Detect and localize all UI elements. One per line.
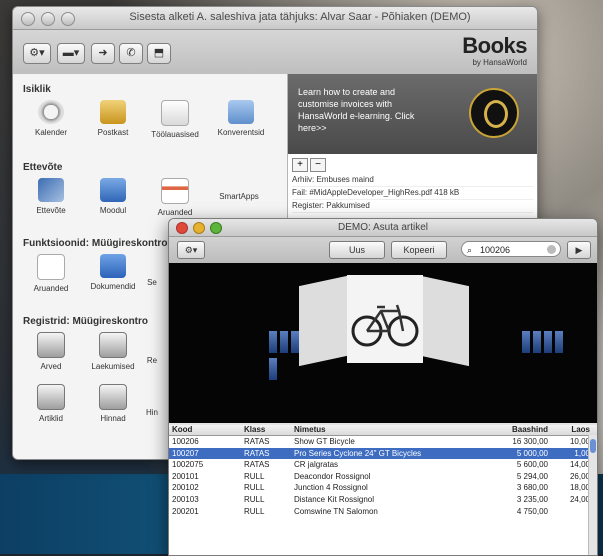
invoices-item[interactable]: Arved [21, 332, 81, 371]
cover-center[interactable] [347, 275, 423, 363]
receipts-item[interactable]: Laekumised [83, 332, 143, 371]
mailbox-icon [100, 100, 126, 124]
cover-left[interactable] [299, 275, 347, 367]
company-item[interactable]: Ettevõte [21, 178, 81, 215]
dialog-toolbar: ⚙▾ Uus Kopeeri ⌕ 100206 ▶ [169, 237, 597, 264]
copy-button[interactable]: Kopeeri [391, 241, 447, 259]
attachments-list: Arhiiv: Embuses maind Fail: #MidAppleDev… [292, 174, 533, 213]
table-scrollbar[interactable] [588, 435, 597, 555]
module-item[interactable]: Moodul [83, 178, 143, 215]
functions-third-item[interactable]: Se [137, 278, 167, 287]
cover-right[interactable] [421, 275, 469, 367]
items-item[interactable]: Artiklid [21, 384, 81, 423]
calendar-item[interactable]: Kalender [21, 100, 81, 137]
module-icon [100, 178, 126, 202]
documents-item[interactable]: Dokumendid [83, 254, 143, 291]
conferences-item[interactable]: Konverentsid [211, 100, 271, 137]
registers-sixth-item[interactable]: Hin [137, 408, 167, 417]
dialog-titlebar: DEMO: Asuta artikel [169, 219, 597, 237]
brand-name: Books [462, 33, 527, 58]
calendar-icon [38, 100, 64, 124]
zoom-button[interactable] [61, 12, 75, 26]
section-title-personal: Isiklik [23, 84, 51, 95]
table-scroll-thumb[interactable] [590, 439, 596, 453]
table-row[interactable]: 200103 RULL Distance Kit Rossignol 3 235,00… [169, 494, 597, 506]
table-row[interactable]: 200101 RULL Deacondor Rossignol 5 294,00 26,… [169, 471, 597, 483]
functions-reports-item[interactable]: Aruanded [21, 254, 81, 293]
item-dialog: DEMO: Asuta artikel ⚙▾ Uus Kopeeri ⌕ 100… [168, 218, 598, 556]
dialog-window-controls [176, 222, 222, 234]
notes-icon [161, 100, 189, 126]
brand-logo: Books by HansaWorld [462, 33, 527, 68]
promo-text: Learn how to create and customise invoic… [298, 87, 415, 133]
smartapps-item[interactable]: SmartApps [209, 192, 269, 201]
window-controls [21, 12, 75, 26]
prices-item[interactable]: Hinnad [83, 384, 143, 423]
dialog-title: DEMO: Asuta artikel [337, 222, 429, 233]
invoices-icon [37, 332, 65, 358]
table-row[interactable]: 200102 RULL Junction 4 Rossignol 3 680,00 18… [169, 482, 597, 494]
table-row[interactable]: 200201 RULL Comswine TN Salomon 4 750,00 [169, 506, 597, 518]
column-header[interactable]: Baashind [494, 425, 548, 435]
main-titlebar: Sisesta alketi A. saleshiva jata tähjuks… [13, 7, 537, 30]
next-button[interactable]: ▶ [567, 241, 591, 259]
inbox-button[interactable]: ⬒ [147, 43, 171, 64]
attachment-row[interactable]: Register: Pakkumised [292, 200, 533, 213]
mailbox-item[interactable]: Postkast [83, 100, 143, 137]
dialog-minimize-button[interactable] [193, 222, 205, 234]
dialog-close-button[interactable] [176, 222, 188, 234]
cover-flow-view[interactable] [169, 263, 597, 423]
attachment-row[interactable]: Arhiiv: Embuses maind [292, 174, 533, 187]
documents-icon [100, 254, 126, 278]
search-input[interactable]: ⌕ 100206 [461, 241, 561, 257]
section-title-registers: Registrid: Müügireskontro [23, 316, 149, 327]
table-row-selected[interactable]: 100207 RATAS Pro Series Cyclone 24" GT Bic… [169, 447, 597, 460]
list-menu-button[interactable]: ▬▾ [57, 43, 85, 64]
forward-button[interactable]: ➜ [91, 43, 115, 64]
folder-icon [228, 100, 254, 124]
window-title: Sisesta alketi A. saleshiva jata tähjuks… [129, 11, 471, 23]
column-header[interactable]: Klass [244, 425, 294, 435]
reports-item[interactable]: Aruanded [145, 178, 205, 217]
action-menu-button[interactable]: ⚙▾ [23, 43, 51, 64]
close-button[interactable] [21, 12, 35, 26]
company-icon [38, 178, 64, 202]
items-table: Kood Klass Nimetus Baashind Laos 100206 R… [169, 425, 597, 555]
column-header[interactable]: Kood [169, 425, 244, 435]
bicycle-image [351, 304, 419, 347]
list-controls: + − [292, 158, 326, 172]
prices-icon [99, 384, 127, 410]
reports-icon [161, 178, 189, 204]
registers-third-item[interactable]: Re [137, 356, 167, 365]
search-icon: ⌕ [467, 245, 473, 255]
receipts-icon [99, 332, 127, 358]
brand-tagline: by HansaWorld [472, 58, 527, 67]
table-row[interactable]: 100206 RATAS Show GT Bicycle 16 300,00 10,00 [169, 436, 597, 448]
new-button[interactable]: Uus [329, 241, 385, 259]
dialog-zoom-button[interactable] [210, 222, 222, 234]
section-title-functions: Funktsioonid: Müügireskontro [23, 238, 168, 249]
elearning-badge-icon [469, 88, 519, 138]
dialog-action-button[interactable]: ⚙▾ [177, 241, 205, 259]
minimize-button[interactable] [41, 12, 55, 26]
items-icon [37, 384, 65, 410]
desktop-notes-item[interactable]: Töölauasised [145, 100, 205, 139]
column-header[interactable]: Nimetus [294, 425, 494, 435]
phone-button[interactable]: ✆ [119, 43, 143, 64]
remove-button[interactable]: − [310, 158, 326, 172]
clear-search-icon[interactable] [547, 245, 556, 254]
table-row[interactable]: 1002075 RATAS CR jalgratas 5 600,00 14,00 [169, 459, 597, 471]
main-toolbar: ⚙▾ ▬▾ ➜ ✆ ⬒ Books by HansaWorld [13, 30, 537, 75]
attachment-row[interactable]: Fail: #MidAppleDeveloper_HighRes.pdf 418… [292, 187, 533, 200]
section-title-company: Ettevõte [23, 162, 63, 173]
add-button[interactable]: + [292, 158, 308, 172]
elearning-promo[interactable]: Learn how to create and customise invoic… [288, 74, 537, 154]
document-icon [37, 254, 65, 280]
table-header: Kood Klass Nimetus Baashind Laos [169, 425, 597, 436]
column-header[interactable]: Laos [548, 425, 594, 435]
